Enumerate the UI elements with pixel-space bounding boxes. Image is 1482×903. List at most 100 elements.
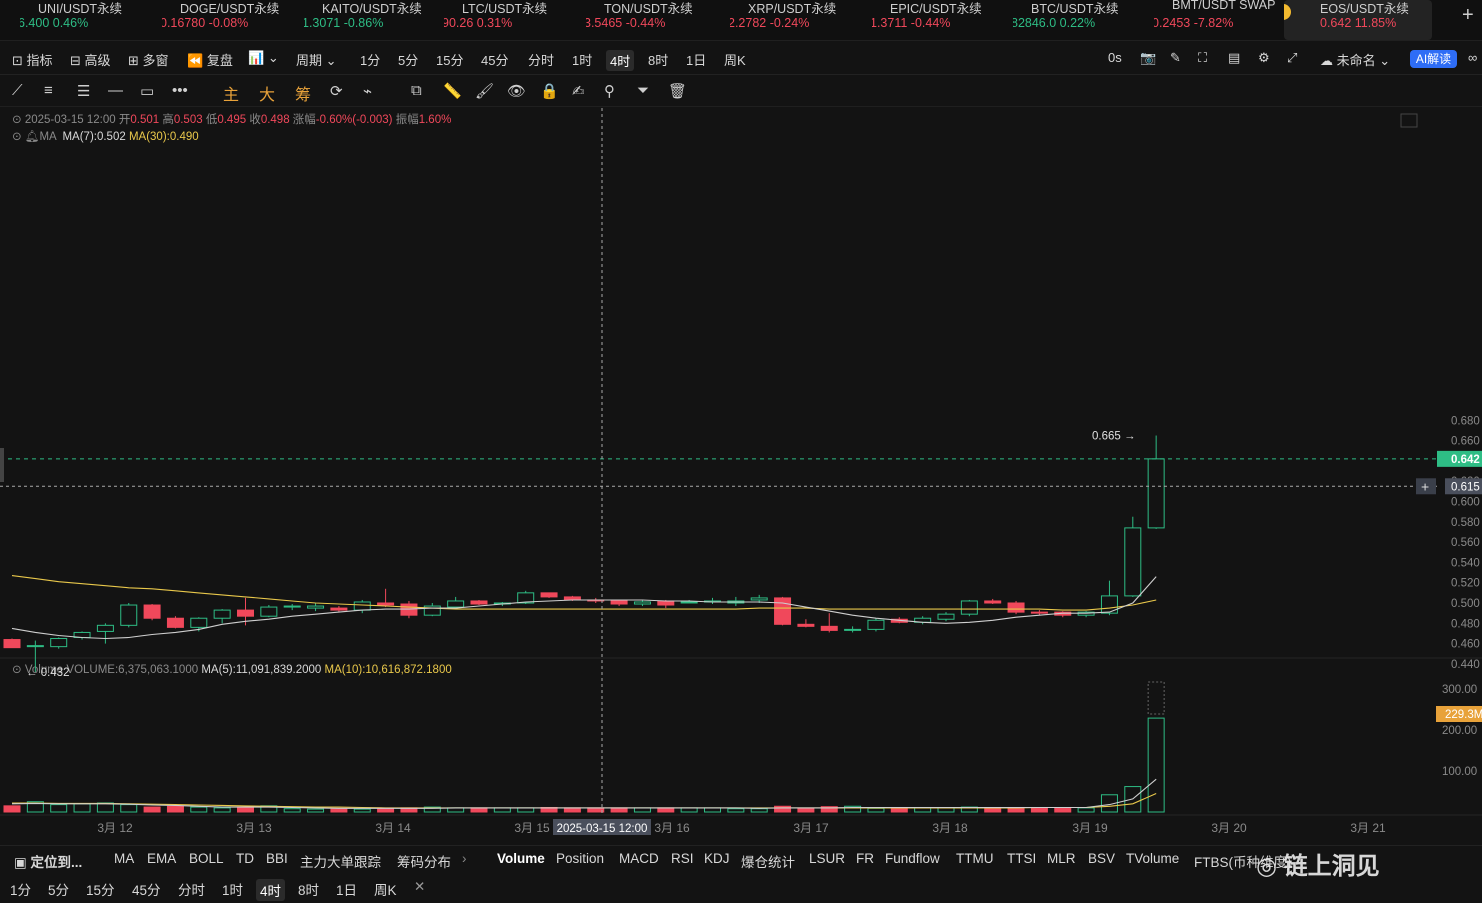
rectangle-icon[interactable]: ▭ xyxy=(140,82,154,100)
bottom-timeframe-3[interactable]: 45分 xyxy=(132,879,161,899)
period-dropdown[interactable]: 周期 ⌄ xyxy=(296,50,337,69)
main-force-button[interactable]: 主 xyxy=(223,81,239,105)
close-icon[interactable]: ✕ xyxy=(414,879,425,895)
sub-indicator-5[interactable]: 爆仓统计 xyxy=(741,851,795,871)
ticker-item[interactable]: EOS/USDT永续 0.642 11.85% xyxy=(1284,0,1432,40)
ticker-item[interactable]: LTC/USDT永续 90.26 0.31% xyxy=(444,0,584,40)
indicators-button[interactable]: ⊡ 指标 xyxy=(12,50,53,69)
sub-indicator-8[interactable]: Fundflow xyxy=(885,851,940,866)
sub-indicator-10[interactable]: TTSI xyxy=(1007,851,1036,866)
replay-button[interactable]: ⏪ 复盘 xyxy=(187,50,233,69)
timeframe-1[interactable]: 5分 xyxy=(398,50,418,69)
template-icon[interactable]: ▤ xyxy=(1228,50,1240,66)
left-scroll-handle[interactable] xyxy=(0,448,4,482)
sub-indicator-3[interactable]: RSI xyxy=(671,851,694,866)
main-indicator-0[interactable]: MA xyxy=(114,851,134,866)
trendline-icon[interactable]: ⟋ xyxy=(12,82,23,99)
layout-dropdown[interactable]: ☁ 未命名 ⌄ xyxy=(1320,50,1390,69)
camera-icon[interactable]: 📷 xyxy=(1140,50,1156,66)
timeframe-9[interactable]: 周K xyxy=(724,50,746,69)
timeframe-8[interactable]: 1日 xyxy=(686,50,706,69)
candle-body xyxy=(1030,611,1048,614)
big-order-button[interactable]: 大 xyxy=(259,81,275,105)
ticker-item[interactable]: UNI/USDT永续 6.400 0.46% xyxy=(20,0,160,40)
bottom-timeframe-1[interactable]: 5分 xyxy=(48,879,69,899)
sub-indicator-2[interactable]: MACD xyxy=(619,851,659,866)
parallel-lines-icon[interactable]: ≡ xyxy=(44,82,53,99)
chip-button[interactable]: 筹 xyxy=(295,81,311,105)
locate-label: 定位到... xyxy=(30,855,83,870)
bottom-timeframe-8[interactable]: 1日 xyxy=(336,879,357,899)
sub-indicator-7[interactable]: FR xyxy=(856,851,874,866)
advanced-button[interactable]: ⊟ 高级 xyxy=(70,50,111,69)
fullscreen-icon[interactable]: ⤢ xyxy=(1287,50,1297,66)
ai-analysis-button[interactable]: AI解读 xyxy=(1410,50,1457,68)
lock-icon[interactable]: 🔒 xyxy=(540,82,559,100)
main-indicator-1[interactable]: EMA xyxy=(147,851,176,866)
sub-indicator-12[interactable]: BSV xyxy=(1088,851,1115,866)
brush-icon[interactable]: 🖌 xyxy=(475,82,494,100)
bottom-timeframe-4[interactable]: 分时 xyxy=(178,879,205,899)
ruler-icon[interactable]: 📏 xyxy=(443,82,462,100)
link-tool-icon[interactable]: ⚲ xyxy=(604,82,615,100)
expand-icon[interactable] xyxy=(1400,113,1418,128)
volume-bar xyxy=(330,808,348,813)
link-icon[interactable]: ∞ xyxy=(1468,50,1477,65)
main-indicator-4[interactable]: BBI xyxy=(266,851,288,866)
ticker-item[interactable]: KAITO/USDT永续 1.3071 -0.86% xyxy=(304,0,444,40)
timeframe-6[interactable]: 4时 xyxy=(606,50,635,71)
eye-icon[interactable]: 👁 xyxy=(507,82,526,100)
horizontal-line-icon[interactable]: — xyxy=(108,82,123,99)
filter-icon[interactable]: ⏷ xyxy=(637,82,649,99)
ticker-item[interactable]: TON/USDT永续 3.5465 -0.44% xyxy=(586,0,726,40)
ticker-item[interactable]: XRP/USDT永续 2.2782 -0.24% xyxy=(730,0,870,40)
magnet-icon[interactable]: ⌁ xyxy=(363,82,372,100)
bottom-timeframe-7[interactable]: 8时 xyxy=(298,879,319,899)
x-tick-label: 3月 12 xyxy=(97,821,133,835)
chart-type-dropdown[interactable]: 📊 ⌄ xyxy=(248,50,279,66)
sub-indicator-11[interactable]: MLR xyxy=(1047,851,1076,866)
sub-indicator-0[interactable]: Volume xyxy=(497,851,545,866)
bottom-timeframe-0[interactable]: 1分 xyxy=(10,879,31,899)
sub-indicator-9[interactable]: TTMU xyxy=(956,851,994,866)
timeframe-5[interactable]: 1时 xyxy=(572,50,592,69)
timeframe-3[interactable]: 45分 xyxy=(481,50,508,69)
timeframe-0[interactable]: 1分 xyxy=(360,50,380,69)
locate-button[interactable]: ▣ 定位到... xyxy=(14,851,82,871)
chevron-right-icon[interactable]: › xyxy=(462,851,467,866)
sub-indicator-13[interactable]: TVolume xyxy=(1126,851,1179,866)
main-indicator-3[interactable]: TD xyxy=(236,851,254,866)
add-tab-icon[interactable]: + xyxy=(1462,4,1474,27)
sync-icon[interactable]: ⟳ xyxy=(330,82,343,100)
hlines-icon[interactable]: ☰ xyxy=(77,82,90,100)
copy-icon[interactable]: ⧉ xyxy=(411,82,422,99)
timeframe-7[interactable]: 8时 xyxy=(648,50,668,69)
sub-indicator-1[interactable]: Position xyxy=(556,851,604,866)
main-indicator-5[interactable]: 主力大单跟踪 xyxy=(300,851,381,871)
trash-icon[interactable]: 🗑 xyxy=(668,82,687,100)
ticker-strip: UNI/USDT永续 6.400 0.46% DOGE/USDT永续 0.16780 … xyxy=(0,0,1482,41)
volume-bar xyxy=(120,804,138,813)
ticker-item[interactable]: BTC/USDT永续 82846.0 0.22% xyxy=(1013,0,1153,40)
bottom-timeframe-9[interactable]: 周K xyxy=(374,879,397,899)
more-tools-icon[interactable]: ••• xyxy=(172,82,188,99)
multi-window-button[interactable]: ⊞ 多窗 xyxy=(128,50,169,69)
bottom-timeframe-6[interactable]: 4时 xyxy=(256,879,286,901)
main-indicator-6[interactable]: 筹码分布 xyxy=(397,851,451,871)
candlestick-chart[interactable]: 0.6800.6600.6200.6000.5800.5600.5400.520… xyxy=(0,108,1482,844)
gear-icon[interactable]: ⚙ xyxy=(1258,50,1270,66)
crop-icon[interactable]: ⛶ xyxy=(1198,50,1207,66)
sub-indicator-4[interactable]: KDJ xyxy=(704,851,730,866)
note-icon[interactable]: ✍ xyxy=(572,82,585,100)
timeframe-2[interactable]: 15分 xyxy=(436,50,463,69)
plus-icon[interactable]: + xyxy=(1421,478,1429,494)
sub-indicator-6[interactable]: LSUR xyxy=(809,851,845,866)
bottom-timeframe-2[interactable]: 15分 xyxy=(86,879,115,899)
bottom-timeframe-5[interactable]: 1时 xyxy=(222,879,243,899)
timeframe-4[interactable]: 分时 xyxy=(528,50,554,69)
ticker-item[interactable]: BMT/USDT SWAP 0.2453 -7.82% xyxy=(1154,0,1294,40)
ticker-item[interactable]: DOGE/USDT永续 0.16780 -0.08% xyxy=(162,0,302,40)
ticker-item[interactable]: EPIC/USDT永续 1.3711 -0.44% xyxy=(872,0,1012,40)
pencil-icon[interactable]: ✎ xyxy=(1170,50,1181,66)
main-indicator-2[interactable]: BOLL xyxy=(189,851,224,866)
